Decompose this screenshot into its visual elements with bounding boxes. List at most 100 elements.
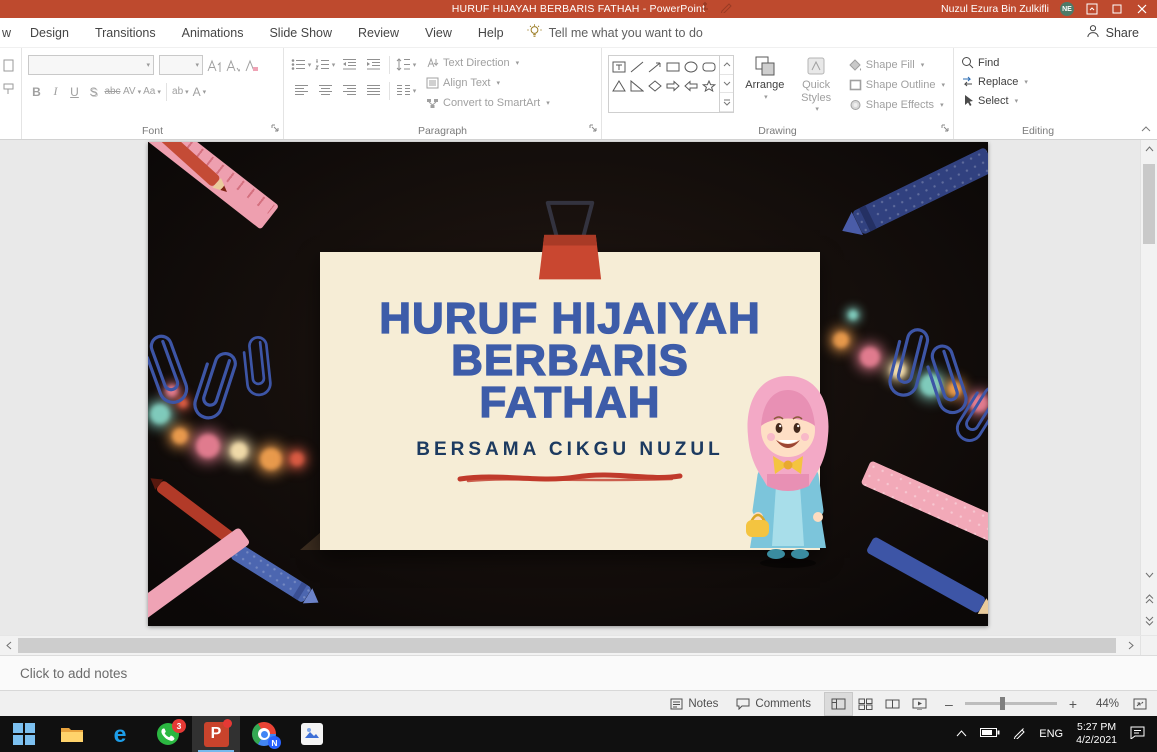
underline-button[interactable]: U [66, 82, 83, 101]
scroll-right-icon[interactable] [1122, 636, 1139, 655]
horizontal-scroll-thumb[interactable] [18, 638, 1116, 653]
line-spacing-button[interactable] [395, 55, 417, 74]
clear-formatting-button[interactable] [243, 56, 260, 75]
tab-view[interactable]: View [412, 18, 465, 48]
strikethrough-button[interactable]: abc [104, 82, 121, 101]
battery-icon[interactable] [980, 727, 1000, 741]
tab-slide-show[interactable]: Slide Show [256, 18, 345, 48]
shape-triangle-icon[interactable] [611, 78, 627, 94]
shape-rounded-rectangle-icon[interactable] [701, 59, 717, 75]
action-center-icon[interactable] [1130, 726, 1145, 742]
horizontal-scrollbar[interactable] [0, 635, 1157, 655]
format-painter-partial-icon[interactable] [2, 82, 14, 96]
zoom-out-button[interactable]: – [943, 696, 955, 712]
text-shadow-button[interactable]: S [85, 82, 102, 101]
file-explorer-taskbar-icon[interactable] [48, 716, 96, 752]
tab-design[interactable]: Design [17, 18, 82, 48]
columns-button[interactable] [395, 81, 417, 100]
align-text-button[interactable]: Align Text [424, 73, 552, 92]
normal-view-button[interactable] [824, 691, 854, 716]
font-size-combobox[interactable] [159, 55, 203, 75]
chrome-taskbar-icon[interactable]: N [240, 716, 288, 752]
tab-draw-partial[interactable]: w [0, 18, 17, 48]
restore-window-icon[interactable] [1110, 2, 1124, 16]
next-slide-button[interactable] [1141, 613, 1157, 629]
slide-show-button[interactable] [906, 693, 933, 715]
comments-toggle-button[interactable]: Comments [732, 695, 815, 713]
whatsapp-taskbar-icon[interactable]: 3 [144, 716, 192, 752]
ribbon-display-options-icon[interactable] [1085, 2, 1099, 16]
shape-arrow-icon[interactable] [647, 59, 663, 75]
gallery-more-icon[interactable] [720, 93, 734, 113]
shrink-font-button[interactable] [224, 56, 241, 75]
shape-line-icon[interactable] [629, 59, 645, 75]
italic-button[interactable]: I [47, 82, 64, 101]
numbering-button[interactable] [314, 55, 336, 74]
arrange-button[interactable]: Arrange [740, 55, 789, 104]
shape-rectangle-icon[interactable] [665, 59, 681, 75]
drawing-dialog-launcher-icon[interactable] [941, 124, 950, 136]
close-window-icon[interactable] [1135, 2, 1149, 16]
scroll-down-icon[interactable] [1141, 567, 1157, 583]
align-left-button[interactable] [290, 81, 312, 100]
change-case-button[interactable]: Aa [143, 82, 161, 101]
clipboard-partial-icon[interactable] [2, 58, 14, 72]
font-name-combobox[interactable] [28, 55, 154, 75]
justify-button[interactable] [362, 81, 384, 100]
shape-outline-button[interactable]: Shape Outline [847, 75, 947, 94]
zoom-slider[interactable] [964, 697, 1057, 710]
previous-slide-button[interactable] [1141, 591, 1157, 607]
highlight-color-button[interactable]: ab [172, 82, 189, 101]
align-center-button[interactable] [314, 81, 336, 100]
zoom-in-button[interactable]: + [1067, 696, 1079, 712]
zoom-level[interactable]: 44% [1089, 698, 1119, 710]
zoom-slider-thumb[interactable] [999, 697, 1005, 710]
start-button[interactable] [0, 716, 48, 752]
vertical-scrollbar[interactable] [1140, 140, 1157, 635]
increase-indent-button[interactable] [362, 55, 384, 74]
replace-button[interactable]: Replace [959, 72, 1117, 91]
gallery-scroll-up-icon[interactable] [720, 56, 734, 75]
show-hidden-icons-chevron[interactable] [956, 728, 967, 740]
share-button[interactable]: Share [1086, 24, 1157, 41]
collapse-ribbon-icon[interactable] [1141, 123, 1151, 135]
taskbar-clock[interactable]: 5:27 PM 4/2/2021 [1076, 721, 1117, 747]
tab-animations[interactable]: Animations [169, 18, 257, 48]
select-button[interactable]: Select [959, 91, 1117, 110]
powerpoint-taskbar-icon[interactable]: P [192, 716, 240, 752]
align-right-button[interactable] [338, 81, 360, 100]
edge-taskbar-icon[interactable]: e [96, 716, 144, 752]
scroll-up-icon[interactable] [1141, 141, 1157, 157]
tab-help[interactable]: Help [465, 18, 517, 48]
convert-to-smartart-button[interactable]: Convert to SmartArt [424, 93, 552, 112]
pen-input-icon[interactable] [1013, 726, 1026, 742]
scroll-left-icon[interactable] [0, 636, 17, 655]
grow-font-button[interactable] [205, 56, 222, 75]
tab-review[interactable]: Review [345, 18, 412, 48]
notes-pane[interactable]: Click to add notes [0, 655, 1157, 690]
character-spacing-button[interactable]: AV [123, 82, 141, 101]
account-avatar[interactable]: NE [1060, 2, 1074, 16]
tell-me-box[interactable]: Tell me what you want to do [527, 23, 703, 42]
shape-fill-button[interactable]: Shape Fill [847, 55, 947, 74]
shape-diamond-icon[interactable] [647, 78, 663, 94]
reading-view-button[interactable] [879, 693, 906, 715]
shape-left-arrow-icon[interactable] [683, 78, 699, 94]
text-direction-button[interactable]: Text Direction [424, 53, 552, 72]
shape-right-triangle-icon[interactable] [629, 78, 645, 94]
shape-star-icon[interactable] [701, 78, 717, 94]
language-indicator[interactable]: ENG [1039, 728, 1063, 740]
gallery-scroll-down-icon[interactable] [720, 75, 734, 94]
shape-textbox-icon[interactable] [611, 59, 627, 75]
shape-oval-icon[interactable] [683, 59, 699, 75]
slide-canvas[interactable]: HURUF HIJAIYAH BERBARIS FATHAH BERSAMA C… [148, 142, 988, 626]
shape-right-arrow-icon[interactable] [665, 78, 681, 94]
bullets-button[interactable] [290, 55, 312, 74]
slide-sorter-view-button[interactable] [852, 693, 879, 715]
tab-transitions[interactable]: Transitions [82, 18, 169, 48]
bold-button[interactable]: B [28, 82, 45, 101]
quick-styles-button[interactable]: Quick Styles [791, 55, 840, 116]
notes-placeholder[interactable]: Click to add notes [20, 666, 127, 681]
fit-slide-to-window-button[interactable] [1129, 695, 1151, 713]
notes-toggle-button[interactable]: Notes [666, 695, 722, 713]
